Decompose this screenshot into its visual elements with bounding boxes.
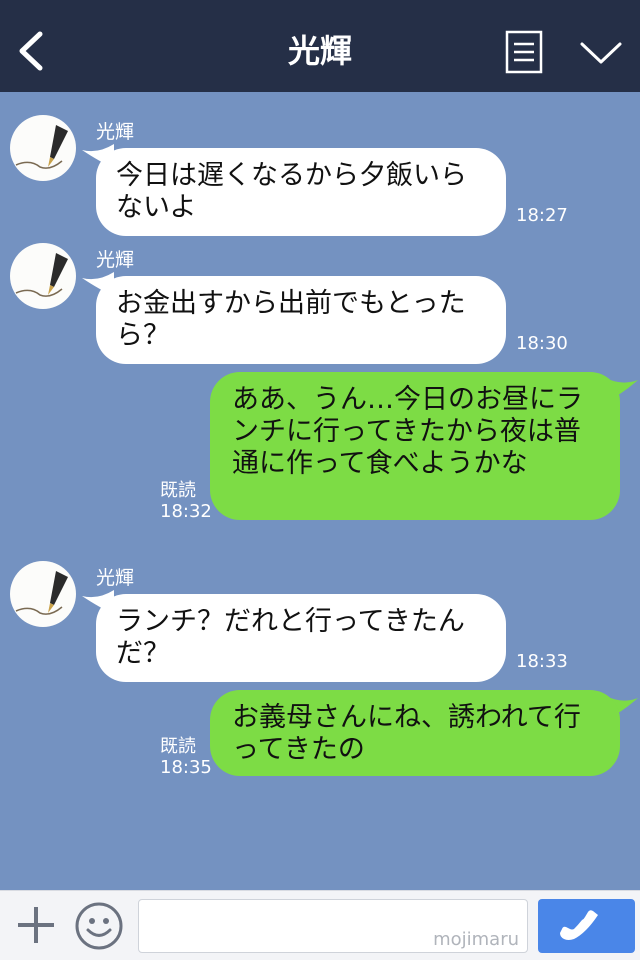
menu-button[interactable]	[505, 30, 543, 74]
phone-icon	[560, 910, 598, 940]
sender-name: 光輝	[96, 249, 135, 271]
avatar[interactable]	[10, 115, 76, 181]
menu-icon	[505, 30, 543, 74]
message-bubble[interactable]: 今日は遅くなるから夕飯いらないよ	[96, 148, 506, 236]
message-bubble[interactable]: お金出すから出前でもとったら？	[96, 276, 506, 364]
chat-header: 光輝	[0, 0, 640, 92]
collapse-button[interactable]	[578, 36, 624, 68]
sender-name: 光輝	[96, 121, 135, 143]
message-time: 18:30	[516, 333, 568, 354]
plus-icon	[18, 907, 54, 943]
emoji-button[interactable]	[74, 901, 124, 951]
message-time: 18:33	[516, 651, 568, 672]
smiley-icon	[75, 902, 123, 950]
watermark: mojimaru	[433, 929, 519, 950]
message-bubble[interactable]: ああ、うん…今日のお昼にランチに行ってきたから夜は普通に作って食べようかな	[210, 372, 620, 520]
message-time: 18:27	[516, 205, 568, 226]
avatar[interactable]	[10, 243, 76, 309]
chevron-down-icon	[580, 42, 622, 64]
chat-title: 光輝	[287, 32, 352, 70]
message-time: 18:32	[160, 501, 212, 522]
chat-area[interactable]: 光輝 今日は遅くなるから夕飯いらないよ 18:27 光輝 お金出すから出前でもと…	[0, 92, 640, 890]
sender-name: 光輝	[96, 567, 135, 589]
add-button[interactable]	[14, 903, 58, 947]
message-bubble[interactable]: ランチ？だれと行ってきたんだ？	[96, 594, 506, 682]
read-receipt: 既読	[160, 736, 196, 757]
input-bar: mojimaru	[0, 890, 640, 960]
message-bubble[interactable]: お義母さんにね、誘われて行ってきたの	[210, 690, 620, 776]
fountain-pen-icon	[15, 253, 68, 297]
read-receipt: 既読	[160, 480, 196, 501]
message-input[interactable]: mojimaru	[138, 899, 528, 953]
message-time: 18:35	[160, 757, 212, 778]
fountain-pen-icon	[15, 571, 68, 615]
avatar[interactable]	[10, 561, 76, 627]
fountain-pen-icon	[15, 125, 68, 169]
call-button[interactable]	[538, 899, 635, 953]
